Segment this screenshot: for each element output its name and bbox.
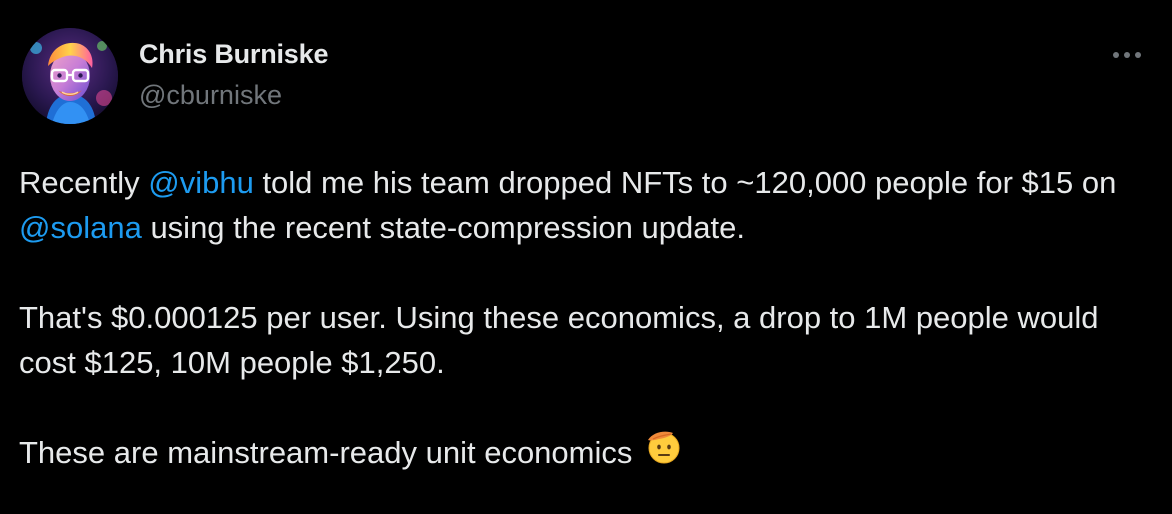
- tweet-text-segment: using the recent state-compression updat…: [141, 210, 745, 245]
- author-display-name[interactable]: Chris Burniske: [139, 39, 328, 70]
- tweet-paragraph-1: Recently @vibhu told me his team dropped…: [19, 160, 1159, 250]
- tweet-paragraph-2: That's $0.000125 per user. Using these e…: [19, 300, 1099, 380]
- mention-link-solana[interactable]: @solana: [19, 210, 142, 245]
- profile-avatar[interactable]: [22, 28, 118, 124]
- mention-link-vibhu[interactable]: @vibhu: [148, 165, 254, 200]
- more-options-button[interactable]: [1102, 40, 1152, 70]
- tweet-text: Recently @vibhu told me his team dropped…: [19, 160, 1159, 480]
- tweet-card: Chris Burniske @cburniske Recently @vibh…: [0, 0, 1172, 514]
- saluting-face-emoji: [645, 427, 683, 477]
- more-horizontal-icon: [1113, 52, 1141, 58]
- tweet-text-segment: These are mainstream-ready unit economic…: [19, 435, 641, 471]
- author-handle[interactable]: @cburniske: [139, 80, 282, 111]
- tweet-text-segment: told me his team dropped NFTs to ~120,00…: [253, 165, 1117, 200]
- tweet-text-segment: Recently: [19, 165, 149, 200]
- tweet-paragraph-3: These are mainstream-ready unit economic…: [19, 430, 1159, 480]
